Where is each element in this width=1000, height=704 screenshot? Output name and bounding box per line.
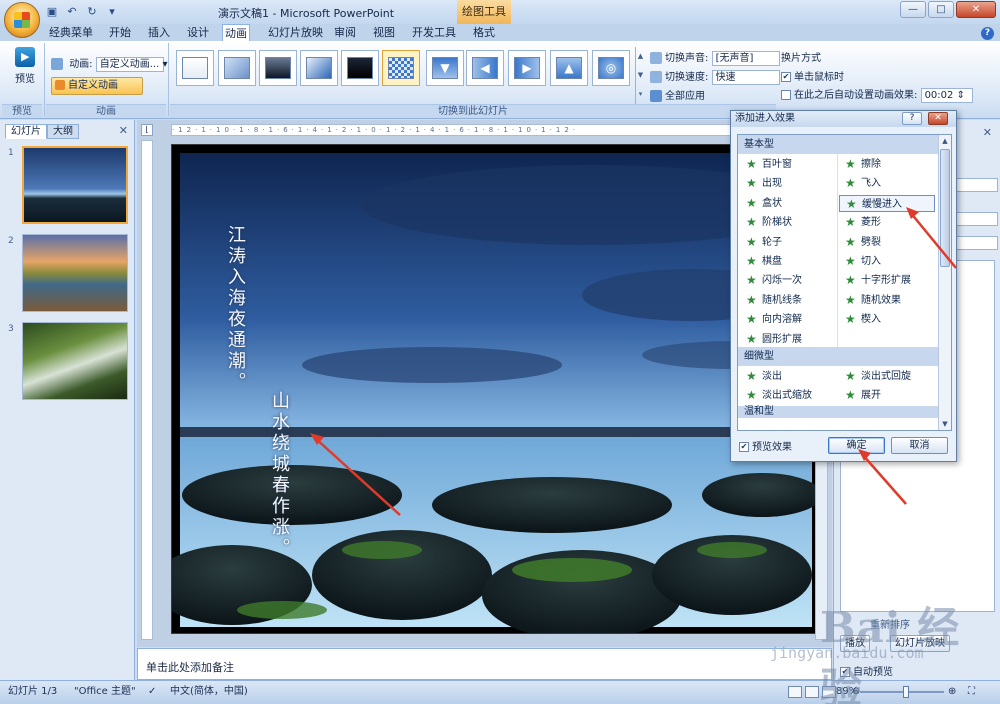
office-button[interactable] <box>4 2 40 38</box>
dialog-annotation-arrows <box>858 207 957 505</box>
office-logo-icon <box>14 12 30 28</box>
